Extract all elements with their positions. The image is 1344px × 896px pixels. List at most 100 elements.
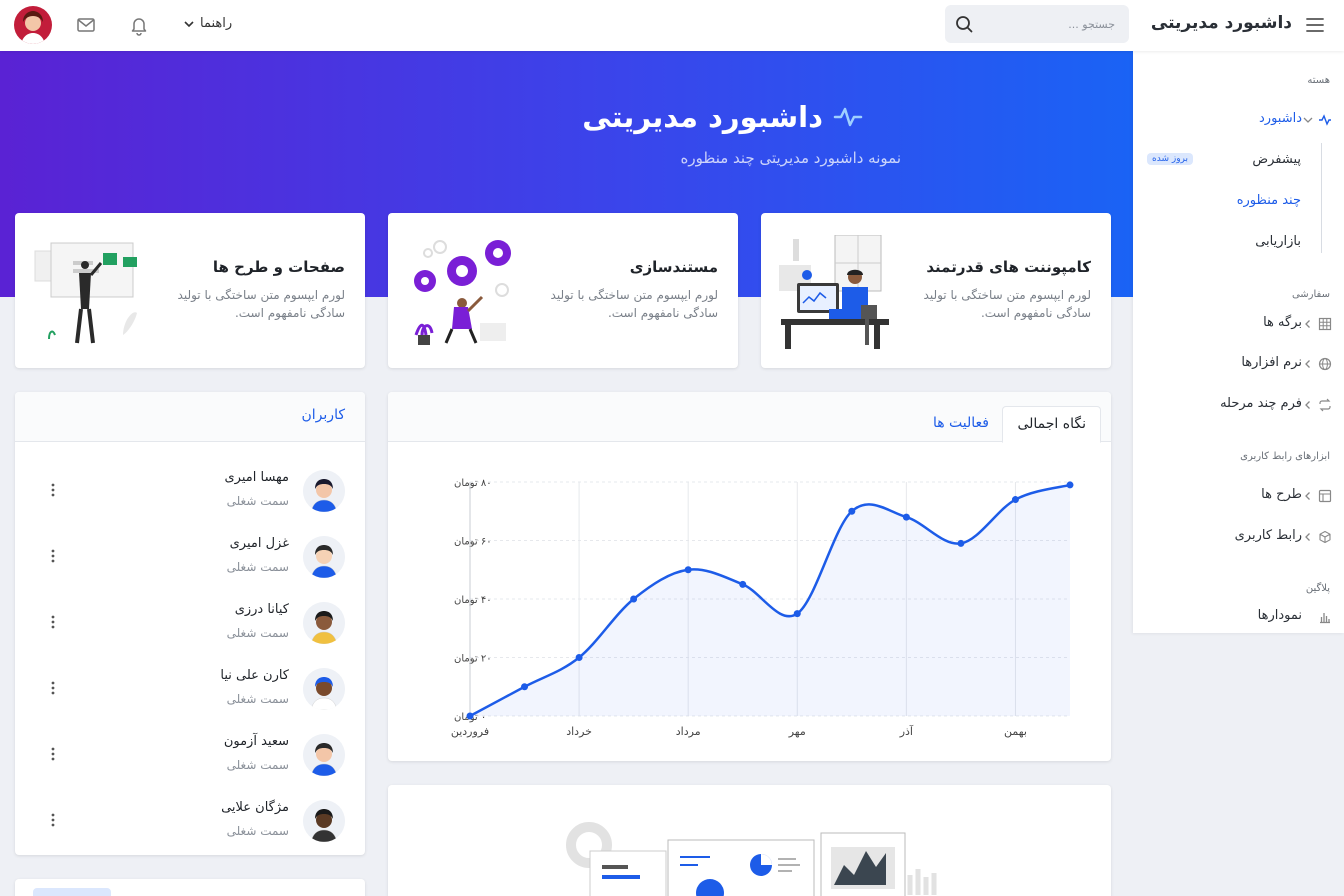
- user-list-item[interactable]: سعید آزمون سمت شغلی: [15, 726, 365, 792]
- sidebar-item-label: طرح ها: [1261, 487, 1302, 502]
- tab-overview[interactable]: نگاه اجمالی: [1002, 406, 1101, 443]
- data-point: [1011, 496, 1019, 504]
- x-tick-label: آذر: [899, 724, 914, 738]
- sidebar-heading-plugins: پلاگین: [1305, 583, 1330, 594]
- user-avatar: [303, 800, 345, 842]
- y-tick-label: ۴۰ تومان: [454, 595, 492, 606]
- x-tick-label: فروردین: [451, 725, 489, 738]
- x-tick-label: مرداد: [676, 725, 701, 738]
- sidebar-subitem-label: چند منظوره: [1236, 193, 1301, 208]
- sidebar-item-pages[interactable]: برگه ها: [1133, 309, 1344, 339]
- sidebar-subitem-marketing[interactable]: بازاریابی: [1133, 229, 1344, 257]
- sidebar-item-charts[interactable]: نمودارها: [1133, 602, 1344, 632]
- user-list-item[interactable]: کیانا درزی سمت شغلی: [15, 594, 365, 660]
- menu-icon[interactable]: [1304, 14, 1326, 36]
- dashboard-illustration: [566, 822, 937, 896]
- user-role: سمت شغلی: [226, 758, 289, 772]
- data-point: [1066, 481, 1074, 489]
- user-name: کیانا درزی: [234, 602, 289, 617]
- chevron-down-icon: [184, 20, 194, 27]
- more-options-icon[interactable]: [49, 810, 57, 830]
- user-avatar: [303, 536, 345, 578]
- sidebar-item-label: داشبورد: [1259, 111, 1302, 126]
- user-name: سعید آزمون: [223, 734, 289, 749]
- area-fill: [470, 484, 1070, 716]
- user-list-item[interactable]: غزل امیری سمت شغلی: [15, 528, 365, 594]
- feature-card-text: لورم ایپسوم متن ساختگی با تولید سادگی نا…: [923, 288, 1091, 320]
- layout-icon: [1318, 489, 1332, 503]
- sidebar-item-ui[interactable]: رابط کاربری: [1133, 522, 1344, 552]
- chart-tabs: نگاه اجمالی فعالیت ها: [388, 392, 1111, 443]
- bottom-left-card: [15, 879, 365, 896]
- sidebar-item-label: فرم چند مرحله: [1220, 396, 1302, 411]
- sidebar-subitem-default[interactable]: پیشفرض بروز شده: [1133, 147, 1344, 175]
- y-tick-label: ۲۰ تومان: [454, 654, 492, 665]
- sidebar-item-label: برگه ها: [1263, 315, 1302, 330]
- package-icon: [1319, 530, 1331, 544]
- data-point: [521, 683, 529, 691]
- sidebar-item-multistep-form[interactable]: فرم چند مرحله: [1133, 390, 1344, 420]
- sidebar-item-apps[interactable]: نرم افزارها: [1133, 349, 1344, 379]
- user-name: مژگان علایی: [221, 800, 289, 815]
- user-role: سمت شغلی: [226, 824, 289, 838]
- chevron-left-icon: [1305, 401, 1310, 409]
- page-title: داشبورد مدیریتی: [582, 100, 863, 134]
- user-role: سمت شغلی: [226, 626, 289, 640]
- x-tick-label: بهمن: [1004, 725, 1027, 738]
- search-box: [945, 5, 1129, 43]
- sidebar-item-label: نرم افزارها: [1241, 355, 1302, 370]
- user-list-item[interactable]: کارن علی نیا سمت شغلی: [15, 660, 365, 726]
- mail-icon[interactable]: [75, 14, 97, 36]
- top-navbar: داشبورد مدیریتی راهنما: [0, 0, 1344, 51]
- sidebar-item-label: نمودارها: [1257, 608, 1302, 623]
- sidebar-item-layouts[interactable]: طرح ها: [1133, 481, 1344, 511]
- activity-icon: [833, 107, 863, 127]
- data-point: [957, 539, 965, 547]
- sidebar-heading-core: هسته: [1307, 75, 1330, 86]
- users-card-header: کاربران: [15, 392, 365, 442]
- updated-badge: بروز شده: [1147, 153, 1194, 165]
- search-input[interactable]: [985, 5, 1115, 43]
- users-card-title[interactable]: کاربران: [302, 407, 345, 423]
- user-avatar: [303, 668, 345, 710]
- more-options-icon[interactable]: [49, 678, 57, 698]
- chevron-left-icon: [1305, 492, 1310, 500]
- developer-illustration: [779, 235, 889, 349]
- sidebar-subitem-label: پیشفرض: [1252, 152, 1301, 167]
- feature-card-docs: مستندسازی لورم ایپسوم متن ساختگی با تولی…: [388, 213, 738, 368]
- chevron-down-icon: [1303, 117, 1313, 123]
- feature-card-title: کامپوننت های قدرتمند: [926, 258, 1091, 276]
- bell-icon[interactable]: [128, 14, 150, 36]
- user-avatar[interactable]: [14, 6, 52, 44]
- presentation-illustration: [34, 242, 137, 344]
- guide-dropdown[interactable]: راهنما: [184, 16, 232, 31]
- x-tick-label: مهر: [788, 725, 806, 738]
- user-avatar: [303, 602, 345, 644]
- gears-illustration: [414, 240, 511, 345]
- more-options-icon[interactable]: [49, 612, 57, 632]
- x-tick-label: خرداد: [566, 725, 592, 738]
- bottom-illustration-card: [388, 785, 1111, 896]
- data-point: [466, 712, 474, 720]
- brand-title[interactable]: داشبورد مدیریتی: [1151, 13, 1292, 33]
- tab-activity[interactable]: فعالیت ها: [919, 406, 1003, 443]
- data-point: [575, 654, 583, 661]
- sidebar-item-label: رابط کاربری: [1234, 528, 1302, 543]
- data-point: [793, 610, 801, 618]
- more-options-icon[interactable]: [49, 744, 57, 764]
- search-icon[interactable]: [955, 15, 973, 33]
- more-options-icon[interactable]: [49, 480, 57, 500]
- more-options-icon[interactable]: [49, 546, 57, 566]
- sidebar-item-dashboard[interactable]: داشبورد: [1133, 105, 1344, 135]
- sidebar-heading-ui: ابزارهای رابط کاربری: [1240, 451, 1330, 462]
- user-list-item[interactable]: مهسا امیری سمت شغلی: [15, 462, 365, 528]
- feature-card-pages: صفحات و طرح ها لورم ایپسوم متن ساختگی با…: [15, 213, 365, 368]
- feature-card-title: مستندسازی: [629, 258, 718, 276]
- user-name: مهسا امیری: [224, 470, 290, 485]
- sidebar-heading-custom: سفارشی: [1291, 289, 1330, 300]
- user-name: غزل امیری: [229, 536, 289, 551]
- sidebar-subitem-multipurpose[interactable]: چند منظوره: [1133, 188, 1344, 216]
- guide-label: راهنما: [200, 16, 233, 31]
- feature-card-title: صفحات و طرح ها: [212, 258, 345, 276]
- user-list-item[interactable]: مژگان علایی سمت شغلی: [15, 792, 365, 858]
